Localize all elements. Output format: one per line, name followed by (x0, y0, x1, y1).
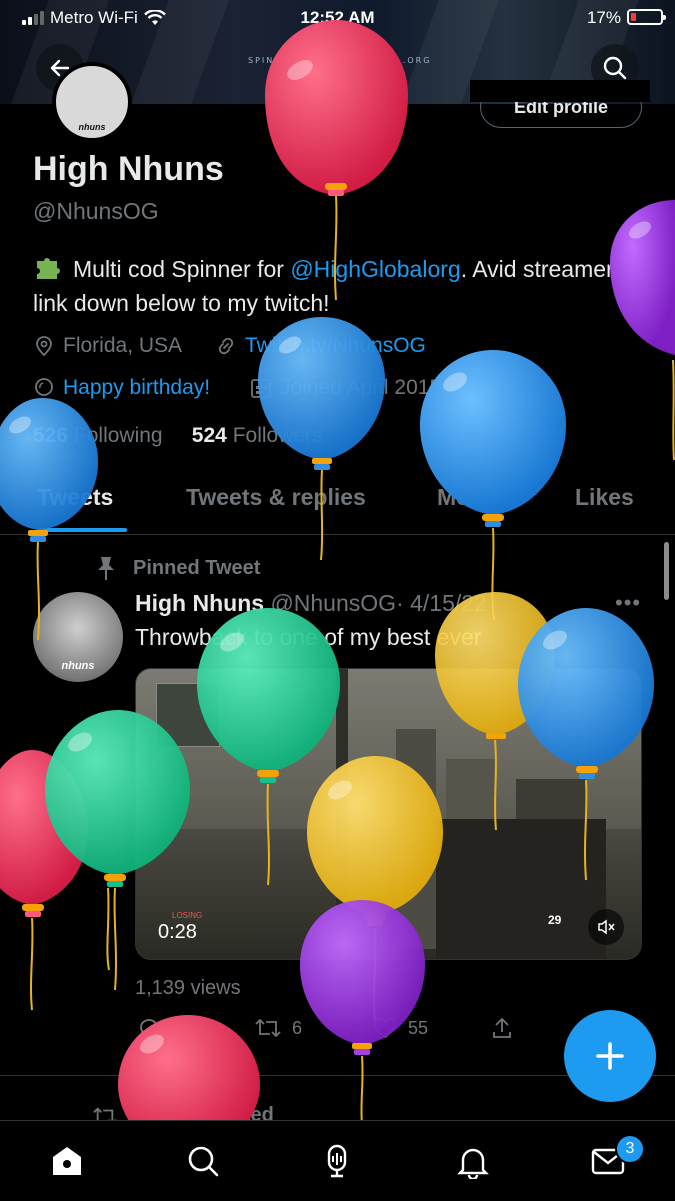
like-button[interactable]: 55 (372, 1016, 428, 1040)
joined-date: Joined April 2015 (250, 376, 441, 400)
video-hud-text: LOSING (172, 911, 203, 920)
tab-likes[interactable]: Likes (575, 484, 634, 511)
banner-text: SPINNER FOR TEAMGLOBAL.ORG (248, 56, 432, 65)
reply-button[interactable]: 3 (137, 1016, 181, 1040)
tab-tweets-replies[interactable]: Tweets & replies (186, 484, 366, 511)
search-icon (188, 1146, 219, 1177)
avatar-label: nhuns (78, 122, 106, 132)
tab-tweets[interactable]: Tweets (37, 484, 113, 511)
search-icon (603, 56, 627, 80)
tweet-header: High Nhuns @NhunsOG· 4/15/22 (135, 590, 487, 617)
location-text: Florida, USA (63, 334, 183, 357)
tab-media[interactable]: Media (437, 484, 502, 511)
profile-name: High Nhuns (33, 150, 224, 188)
plus-icon (596, 1042, 624, 1070)
nav-home[interactable] (47, 1141, 87, 1181)
followers-count: 524 (191, 424, 227, 447)
link-icon (218, 337, 234, 355)
balloon-red (0, 750, 88, 1011)
pinned-label: Pinned Tweet (95, 555, 260, 581)
followers-label: Followers (232, 424, 323, 447)
tweet-text: Throwback to one of my best ever (135, 624, 482, 650)
bio-mention-link[interactable]: @HighGlobalorg (290, 256, 460, 282)
video-ammo: 29 (548, 913, 562, 927)
nav-spaces[interactable] (317, 1141, 357, 1181)
birthday: Happy birthday! (33, 376, 210, 400)
like-count: 55 (408, 1017, 429, 1038)
tweet-avatar[interactable]: nhuns (33, 592, 123, 682)
heart-icon (374, 1017, 396, 1039)
tweet-handle: @NhunsOG (270, 590, 397, 616)
bell-icon (457, 1148, 489, 1179)
tweet-date: · 4/15/22 (396, 590, 487, 616)
profile-tabs: Tweets Tweets & replies Media Likes (0, 472, 675, 535)
retweet-button[interactable]: 6 (254, 1016, 302, 1040)
retweet-count: 6 (292, 1017, 303, 1038)
share-button[interactable] (490, 1016, 514, 1040)
website-link[interactable]: Twitch.tv/NhunsOG (245, 334, 426, 358)
birthday-text: Happy birthday! (63, 376, 211, 399)
reply-icon (139, 1019, 158, 1038)
more-options-button[interactable]: ••• (615, 590, 641, 616)
share-icon (493, 1017, 511, 1038)
joined-text: Joined April 2015 (280, 376, 442, 399)
balloon-icon (35, 378, 53, 396)
home-icon (53, 1147, 81, 1175)
microphone-icon (327, 1144, 347, 1178)
nav-notifications[interactable] (453, 1141, 493, 1181)
video-minimap (156, 683, 220, 747)
active-tab-indicator (37, 528, 127, 532)
clock: 12:52 AM (300, 8, 375, 27)
website[interactable]: Twitch.tv/NhunsOG (215, 334, 426, 358)
location: Florida, USA (33, 334, 182, 358)
reply-count: 3 (171, 1017, 182, 1038)
compose-tweet-button[interactable] (564, 1010, 656, 1102)
profile-handle: @NhunsOG (33, 198, 159, 224)
tweet-avatar-label: nhuns (61, 660, 95, 672)
retweet-icon (255, 1018, 281, 1038)
speaker-muted-icon (598, 919, 615, 935)
bottom-nav (0, 1120, 675, 1201)
pinned-text: Pinned Tweet (133, 556, 261, 579)
location-pin-icon (36, 336, 52, 357)
status-bar: Metro Wi-Fi 12:52 AM 17% (0, 0, 675, 34)
battery-icon (627, 9, 666, 25)
mute-button[interactable] (588, 909, 624, 945)
puzzle-icon (37, 258, 60, 279)
messages-badge: 3 (615, 1134, 645, 1164)
banner-text-2: HIGH NHUNS (300, 70, 365, 77)
profile-avatar[interactable]: nhuns (52, 62, 132, 142)
following-count: 526 (33, 424, 69, 447)
tweet-author[interactable]: High Nhuns (135, 590, 264, 616)
video-timecode: 0:28 (158, 921, 197, 943)
balloon-purple (610, 200, 675, 461)
nav-search[interactable] (183, 1141, 223, 1181)
follow-stats: 526 Following 524 Followers (33, 424, 323, 448)
followers-link[interactable]: 524 Followers (192, 424, 323, 447)
battery-percent: 17% (586, 8, 621, 27)
tweet-video[interactable]: LOSING 29 0:28 (135, 668, 642, 960)
scrollbar[interactable] (664, 542, 669, 600)
following-label: Following (73, 424, 163, 447)
view-count: 1,139 views (135, 977, 241, 999)
following-link[interactable]: 526 Following (33, 424, 163, 447)
bio-text-pre: Multi cod Spinner for (73, 256, 291, 282)
calendar-icon (251, 379, 271, 398)
pin-icon (98, 557, 114, 580)
profile-bio: Multi cod Spinner for @HighGlobalorg. Av… (33, 252, 633, 320)
